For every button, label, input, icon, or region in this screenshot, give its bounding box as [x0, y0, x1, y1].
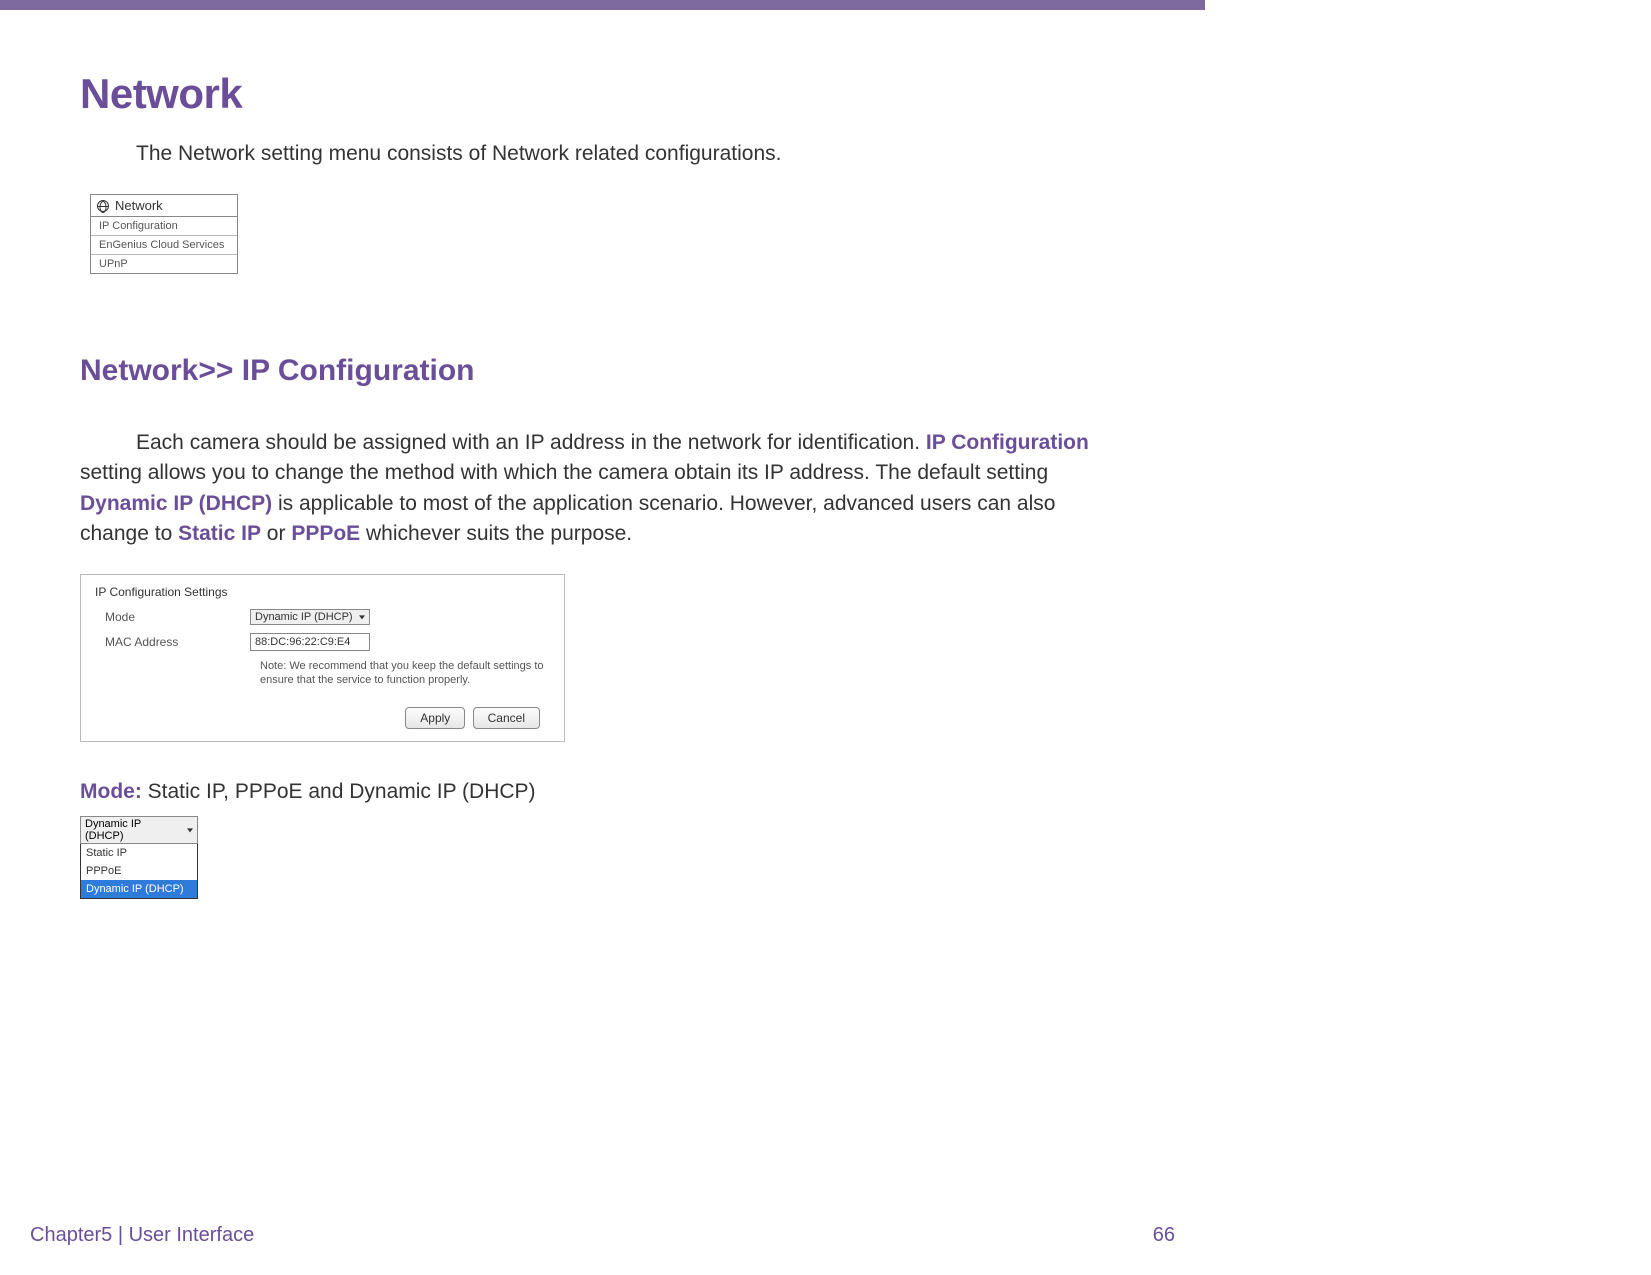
globe-icon: [97, 200, 109, 212]
network-menu: Network IP Configuration EnGenius Cloud …: [90, 194, 238, 274]
mode-desc-label: Mode:: [80, 780, 142, 803]
top-accent-bar: [0, 0, 1205, 10]
p-hl-static: Static IP: [178, 522, 261, 545]
settings-panel-title: IP Configuration Settings: [95, 585, 550, 599]
button-row: Apply Cancel: [95, 707, 550, 729]
section-subtitle: Network>> IP Configuration: [80, 354, 1125, 388]
menu-item-upnp[interactable]: UPnP: [91, 255, 237, 273]
mode-description: Mode: Static IP, PPPoE and Dynamic IP (D…: [80, 780, 1125, 804]
p-text-4: or: [261, 522, 291, 545]
footer-chapter: Chapter5 | User Interface: [30, 1224, 254, 1247]
mode-select[interactable]: Dynamic IP (DHCP): [250, 609, 370, 625]
p-text-2: setting allows you to change the method …: [80, 461, 1048, 484]
mode-row: Mode Dynamic IP (DHCP): [95, 609, 550, 625]
apply-button[interactable]: Apply: [405, 707, 465, 729]
mac-address-input[interactable]: 88:DC:96:22:C9:E4: [250, 633, 370, 651]
ip-config-settings-panel: IP Configuration Settings Mode Dynamic I…: [80, 574, 565, 743]
intro-text: The Network setting menu consists of Net…: [136, 142, 1125, 166]
page-content: Network The Network setting menu consist…: [0, 10, 1205, 899]
mode-option-static[interactable]: Static IP: [81, 844, 197, 862]
cancel-button[interactable]: Cancel: [473, 707, 540, 729]
mode-dropdown-list: Static IP PPPoE Dynamic IP (DHCP): [80, 844, 198, 899]
p-text-1: Each camera should be assigned with an I…: [136, 431, 926, 454]
mode-option-pppoe[interactable]: PPPoE: [81, 862, 197, 880]
page-footer: Chapter5 | User Interface 66: [30, 1224, 1175, 1247]
settings-note: Note: We recommend that you keep the def…: [260, 659, 560, 688]
section-paragraph: Each camera should be assigned with an I…: [80, 428, 1125, 550]
mode-dropdown-selected[interactable]: Dynamic IP (DHCP): [80, 816, 198, 844]
p-text-5: whichever suits the purpose.: [360, 522, 632, 545]
mac-label: MAC Address: [95, 635, 250, 649]
p-hl-dhcp: Dynamic IP (DHCP): [80, 492, 272, 515]
mac-row: MAC Address 88:DC:96:22:C9:E4: [95, 633, 550, 651]
network-menu-header[interactable]: Network: [91, 195, 237, 217]
mode-option-dhcp[interactable]: Dynamic IP (DHCP): [81, 880, 197, 898]
p-hl-pppoe: PPPoE: [291, 522, 360, 545]
footer-page-number: 66: [1153, 1224, 1175, 1247]
menu-item-ip-config[interactable]: IP Configuration: [91, 217, 237, 236]
p-hl-ipconfig: IP Configuration: [926, 431, 1089, 454]
mode-desc-text: Static IP, PPPoE and Dynamic IP (DHCP): [142, 780, 536, 803]
menu-item-engenius[interactable]: EnGenius Cloud Services: [91, 236, 237, 255]
mode-label: Mode: [95, 610, 250, 624]
mode-dropdown-open: Dynamic IP (DHCP) Static IP PPPoE Dynami…: [80, 816, 198, 899]
page-title: Network: [80, 70, 1125, 118]
network-menu-title: Network: [115, 198, 163, 213]
